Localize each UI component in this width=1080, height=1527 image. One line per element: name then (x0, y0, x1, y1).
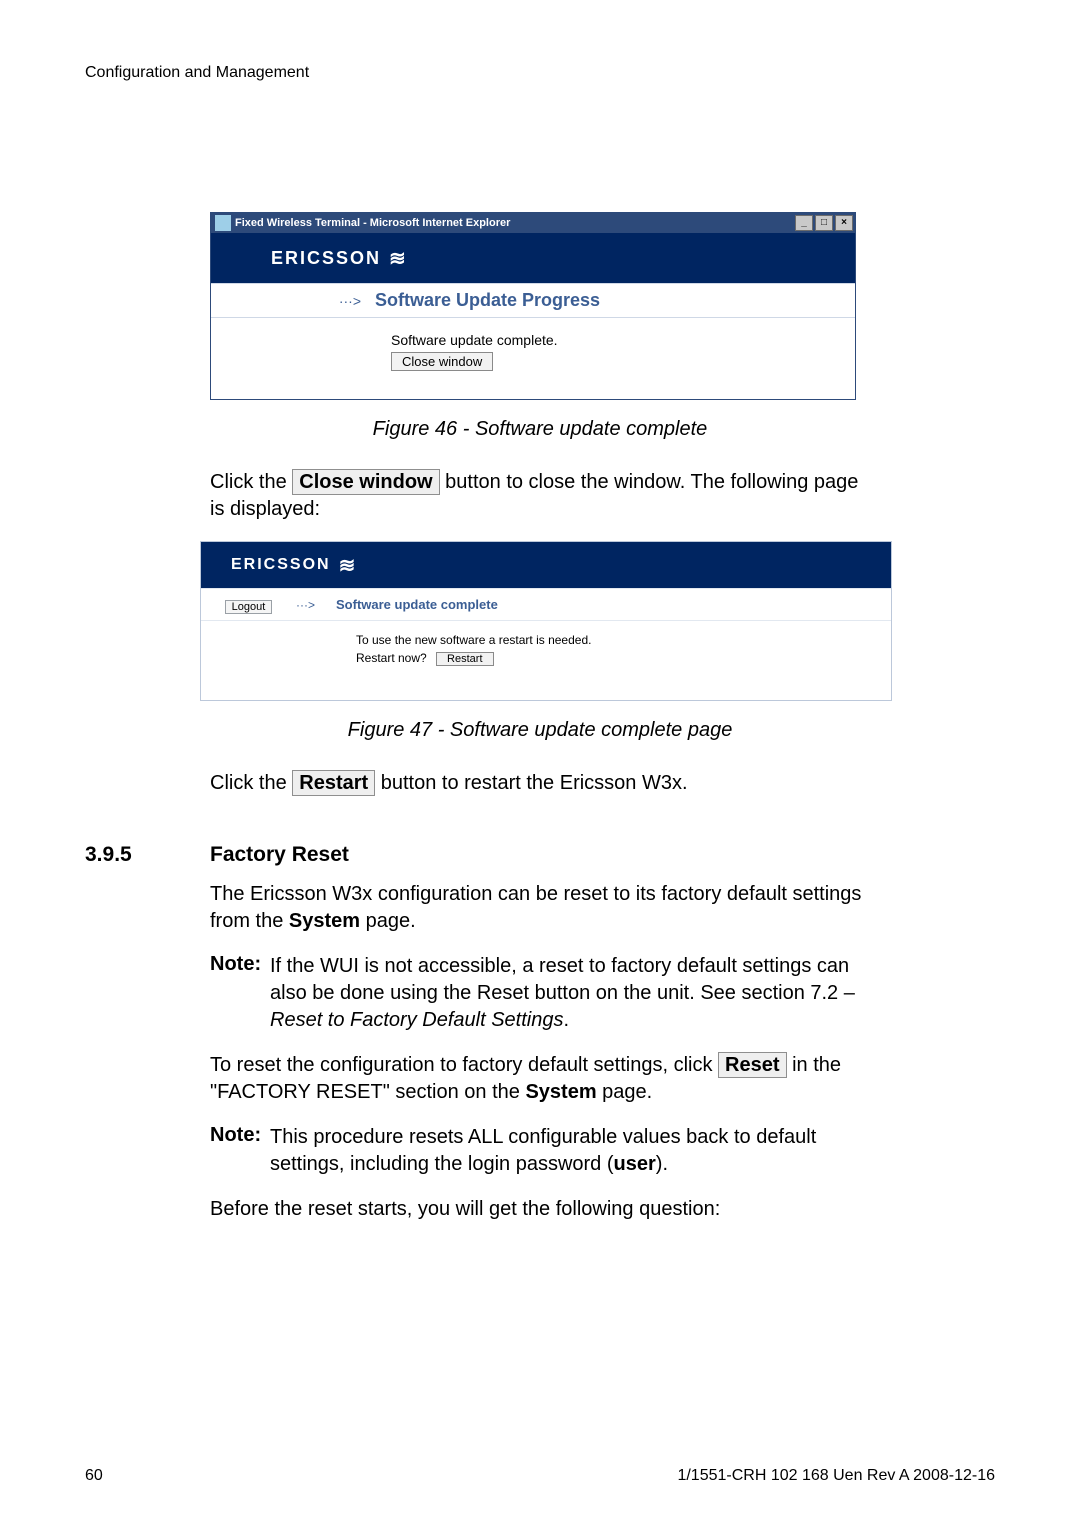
section-number: 3.9.5 (85, 843, 210, 867)
section-title: Factory Reset (210, 843, 349, 867)
content-heading-strip: Logout ···> Software update complete (201, 588, 891, 621)
paragraph: Click the Restart button to restart the … (210, 770, 870, 797)
panel-heading: Software Update Progress (375, 290, 600, 311)
brand-text: ERICSSON (231, 556, 331, 574)
document-id: 1/1551-CRH 102 168 Uen Rev A 2008-12-16 (677, 1467, 995, 1485)
reset-inline-button: Reset (718, 1052, 786, 1078)
brand-bar: ERICSSON ≋ (211, 233, 855, 283)
note-block: Note: This procedure resets ALL configur… (210, 1124, 870, 1178)
status-text: Software update complete. (391, 332, 855, 348)
panel-heading: Software update complete (336, 597, 498, 612)
page-number: 60 (85, 1467, 103, 1485)
note-text: This procedure resets ALL configurable v… (270, 1124, 870, 1178)
figure-46-caption: Figure 46 - Software update complete (85, 418, 995, 441)
paragraph: Before the reset starts, you will get th… (210, 1196, 870, 1223)
close-button[interactable]: × (835, 215, 853, 231)
note-block: Note: If the WUI is not accessible, a re… (210, 953, 870, 1034)
section-heading: 3.9.5 Factory Reset (85, 843, 995, 867)
ericsson-logo-icon: ≋ (389, 246, 406, 271)
restart-button[interactable]: Restart (436, 652, 493, 666)
close-window-button[interactable]: Close window (391, 352, 493, 371)
note-text: If the WUI is not accessible, a reset to… (270, 953, 870, 1034)
restart-inline-button: Restart (292, 770, 375, 796)
close-window-inline-button: Close window (292, 469, 439, 495)
maximize-button[interactable]: □ (815, 215, 833, 231)
brand-text: ERICSSON (271, 248, 381, 269)
breadcrumb-arrow-icon: ···> (296, 598, 336, 612)
page-footer: 60 1/1551-CRH 102 168 Uen Rev A 2008-12-… (85, 1467, 995, 1485)
figure-47-window: ERICSSON ≋ Logout ···> Software update c… (200, 541, 892, 701)
logout-button[interactable]: Logout (225, 600, 273, 614)
figure-46-window: Fixed Wireless Terminal - Microsoft Inte… (210, 212, 856, 400)
figure-47-caption: Figure 47 - Software update complete pag… (85, 719, 995, 742)
ericsson-logo-icon: ≋ (339, 553, 356, 578)
brand-bar: ERICSSON ≋ (201, 542, 891, 588)
paragraph: The Ericsson W3x configuration can be re… (210, 881, 870, 935)
note-label: Note: (210, 1124, 270, 1178)
breadcrumb-arrow-icon: ···> (211, 293, 375, 309)
minimize-button[interactable]: _ (795, 215, 813, 231)
panel-body: Software update complete. Close window (211, 318, 855, 399)
ie-app-icon (215, 215, 231, 231)
ie-titlebar: Fixed Wireless Terminal - Microsoft Inte… (211, 213, 855, 233)
ie-window-title: Fixed Wireless Terminal - Microsoft Inte… (235, 217, 795, 229)
status-text: To use the new software a restart is nee… (356, 633, 891, 647)
restart-now-label: Restart now? (356, 651, 427, 665)
note-label: Note: (210, 953, 270, 1034)
panel-body: To use the new software a restart is nee… (201, 621, 891, 700)
content-heading-strip: ···> Software Update Progress (211, 283, 855, 318)
running-header: Configuration and Management (85, 64, 995, 82)
paragraph: Click the Close window button to close t… (210, 469, 870, 523)
paragraph: To reset the configuration to factory de… (210, 1052, 870, 1106)
